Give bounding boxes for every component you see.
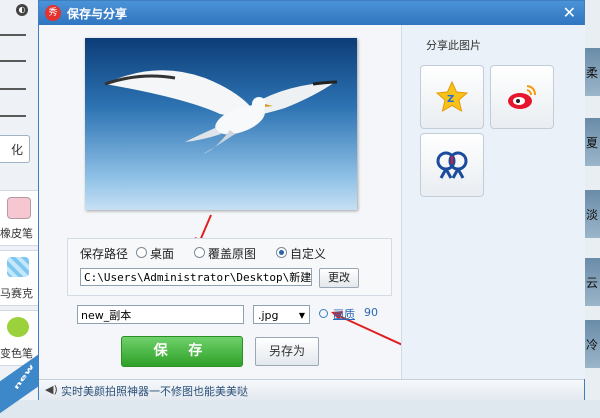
status-text[interactable]: 实时美颜拍照神器一不修图也能美美哒 (61, 383, 248, 399)
svg-text:Z: Z (447, 94, 454, 105)
share-title: 分享此图片 (426, 39, 481, 52)
background-button[interactable]: 化 (0, 135, 30, 163)
dialog-main-area: 保存路径 桌面 覆盖原图 自定义 C:\Users\Administrator\… (39, 25, 401, 379)
filter-thumbnail-label: 淡 (586, 208, 599, 222)
filter-thumbnail-label: 柔 (586, 66, 599, 80)
save-path-group: 保存路径 桌面 覆盖原图 自定义 C:\Users\Administrator\… (67, 238, 392, 296)
mosaic-tool-label: 马赛克 (0, 287, 33, 300)
new-badge-label: new (13, 363, 36, 392)
status-bar: ◀) 实时美颜拍照神器一不修图也能美美哒 (39, 379, 584, 400)
filter-thumbnail-label: 冷 (586, 338, 599, 352)
quality-icon (319, 309, 328, 318)
filter-thumbnail-label: 云 (586, 276, 599, 290)
radio-custom-label[interactable]: 自定义 (290, 245, 326, 262)
close-button[interactable]: ✕ (563, 3, 576, 22)
slider-track[interactable] (0, 88, 26, 90)
save-share-dialog: 秀 保存与分享 ✕ 保存路径 桌面 覆盖原图 自定义 C:\Users\Admi… (38, 0, 585, 400)
weibo-icon (508, 85, 536, 109)
speaker-icon: ◀) (45, 383, 58, 396)
annotation-arrows (193, 214, 401, 346)
mosaic-tool[interactable]: 马赛克 (0, 250, 40, 306)
eraser-tool-label: 橡皮笔 (0, 227, 33, 240)
share-renren-button[interactable] (420, 133, 484, 197)
radio-desktop[interactable] (136, 247, 147, 258)
radio-custom[interactable] (276, 247, 287, 258)
mosaic-icon (7, 257, 29, 277)
save-as-button[interactable]: 另存为 (255, 337, 319, 366)
change-path-button[interactable]: 更改 (319, 268, 359, 288)
chevron-down-icon: ▼ (298, 311, 305, 320)
eraser-tool[interactable]: 橡皮笔 (0, 190, 40, 246)
format-select[interactable]: .jpg ▼ (253, 305, 310, 324)
app-logo-icon: 秀 (45, 5, 61, 21)
share-weibo-button[interactable] (490, 65, 554, 129)
file-name-field[interactable]: new_副本 (77, 305, 244, 324)
background-app-left-panel: ◐ 化 橡皮笔 马赛克 变色笔 new (0, 0, 44, 418)
slider-track[interactable] (0, 115, 26, 117)
eraser-icon (7, 197, 31, 219)
slider-track[interactable] (0, 34, 26, 36)
quality-value: 90 (364, 306, 378, 319)
filter-thumbnail-label: 夏 (586, 136, 599, 150)
radio-desktop-label[interactable]: 桌面 (150, 245, 174, 262)
background-button-label: 化 (10, 143, 23, 157)
share-panel: 分享此图片 Z (401, 25, 585, 379)
save-path-field[interactable]: C:\Users\Administrator\Desktop\新建文件夹 (80, 268, 312, 286)
format-select-value: .jpg (258, 309, 279, 322)
dialog-titlebar[interactable]: 秀 保存与分享 ✕ (39, 1, 584, 25)
slider-track[interactable] (0, 60, 26, 62)
save-path-label: 保存路径 (80, 247, 129, 261)
renren-icon (436, 151, 468, 179)
share-qzone-button[interactable]: Z (420, 65, 484, 129)
color-pen-tool-label: 变色笔 (0, 347, 33, 360)
quality-link[interactable]: 画质 (333, 306, 355, 322)
color-pen-icon (7, 317, 29, 337)
slider-knob-icon[interactable]: ◐ (16, 4, 28, 16)
dialog-title: 保存与分享 (67, 7, 128, 21)
radio-overwrite[interactable] (194, 247, 205, 258)
save-button[interactable]: 保 存 (121, 336, 243, 367)
qzone-icon: Z (435, 80, 469, 113)
radio-overwrite-label[interactable]: 覆盖原图 (208, 245, 256, 262)
